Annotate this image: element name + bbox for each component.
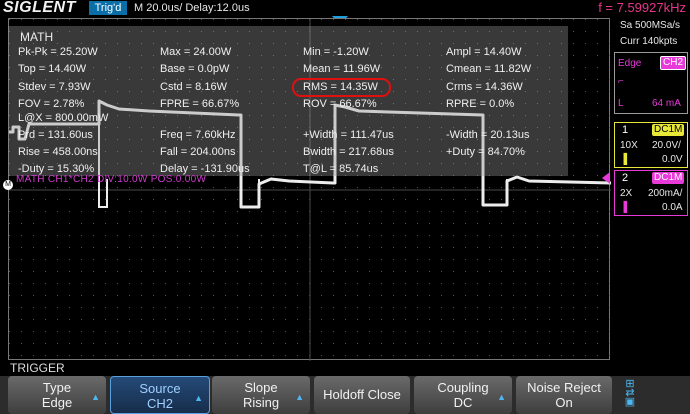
chevron-up-icon: ▲ — [295, 392, 304, 402]
trigger-slope-icon: ⌐ — [618, 76, 624, 87]
brand-logo: SIGLENT — [3, 0, 76, 16]
ch1-number: 1 — [622, 124, 629, 136]
ch2-coupling: DC1M — [652, 172, 685, 184]
chevron-up-icon: ▲ — [194, 393, 203, 403]
menu-title: TRIGGER — [0, 361, 690, 376]
measurement-value: FOV = 2.78% — [18, 98, 85, 110]
trigger-level-arrow-icon[interactable] — [602, 172, 610, 184]
ch2-bw-icon: ▐ — [620, 202, 628, 213]
ch1-probe: 10X — [620, 140, 638, 151]
measurement-value: Bwidth = 217.68us — [303, 146, 394, 158]
right-info-panel: Sa 500MSa/s Curr 140kpts Edge CH2 ⌐ L 64… — [612, 16, 690, 360]
ch2-probe: 2X — [620, 188, 633, 199]
measurement-value: Mean = 11.96W — [303, 63, 381, 75]
trigger-status-badge: Trig'd — [89, 1, 127, 15]
ch1-scale: 20.0V/ — [652, 140, 681, 151]
measurement-value: Fall = 204.00ns — [160, 146, 236, 158]
math-channel-label: MATH CH1*CH2 DIV:10.0W POS:0.00W — [16, 174, 207, 185]
ch2-number: 2 — [622, 172, 629, 184]
measurement-value: +Duty = 84.70% — [446, 146, 525, 158]
measurement-value: Rise = 458.00ns — [18, 146, 98, 158]
slope-softkey[interactable]: Slope Rising ▲ — [212, 376, 310, 414]
holdoff-softkey[interactable]: Holdoff Close — [314, 376, 410, 414]
trigger-level: 64 mA — [652, 98, 681, 109]
softkey-menu: Type Edge ▲ Source CH2 ▲ Slope Rising ▲ … — [0, 376, 690, 414]
measurement-value: L@X = 800.00mW — [18, 112, 109, 124]
measurement-value: Prd = 131.60us — [18, 129, 93, 141]
chevron-up-icon: ▲ — [91, 392, 100, 402]
source-softkey[interactable]: Source CH2 ▲ — [110, 376, 210, 414]
measurement-panel-title: MATH — [20, 30, 54, 44]
softkey-label: Noise Reject — [527, 380, 601, 395]
measurement-value: Base = 0.0pW — [160, 63, 230, 75]
softkey-label: Holdoff Close — [323, 387, 401, 402]
measurement-value: Ampl = 14.40W — [446, 46, 522, 58]
measurement-value: Crms = 14.36W — [446, 81, 523, 93]
noise-reject-softkey[interactable]: Noise Reject On — [516, 376, 612, 414]
ch2-offset: 0.0A — [662, 202, 683, 213]
ch1-bw-icon: ▐ — [620, 154, 628, 165]
timebase-readout[interactable]: M 20.0us/ Delay:12.0us — [134, 1, 250, 15]
sample-rate: Sa 500MSa/s — [620, 20, 681, 31]
trigger-type: Edge — [618, 58, 642, 69]
ch2-scale: 200mA/ — [648, 188, 683, 199]
softkey-value: On — [555, 395, 573, 410]
measurement-value: ROV = 66.67% — [303, 98, 377, 110]
trigger-level-label: L — [618, 98, 624, 109]
measurement-value: Min = -1.20W — [303, 46, 369, 58]
type-softkey[interactable]: Type Edge ▲ — [8, 376, 106, 414]
measurement-value: -Width = 20.13us — [446, 129, 530, 141]
memory-depth: Curr 140kpts — [620, 36, 678, 47]
measurement-value: T@L = 85.74us — [303, 163, 379, 175]
measurement-value: FPRE = 66.67% — [160, 98, 240, 110]
frequency-counter: f = 7.59927kHz — [598, 0, 686, 15]
measurement-value: Max = 24.00W — [160, 46, 232, 58]
measurement-value: Pk-Pk = 25.20W — [18, 46, 98, 58]
measurement-value: Cstd = 8.16W — [160, 81, 227, 93]
system-status-icon[interactable]: ⊞ ⇄ ▣ — [620, 379, 640, 410]
ch1-coupling: DC1M — [652, 124, 685, 136]
measurement-value: Stdev = 7.93W — [18, 81, 91, 93]
trigger-source-badge: CH2 — [660, 56, 687, 70]
measurement-value: RPRE = 0.0% — [446, 98, 515, 110]
rms-highlight-ring — [292, 78, 391, 97]
measurement-value: Top = 14.40W — [18, 63, 87, 75]
ch1-offset: 0.0V — [662, 154, 683, 165]
status-bar: SIGLENT Trig'd M 20.0us/ Delay:12.0us f … — [0, 0, 690, 16]
measurement-value: Cmean = 11.82W — [446, 63, 532, 75]
chevron-up-icon: ▲ — [497, 392, 506, 402]
coupling-softkey[interactable]: Coupling DC ▲ — [414, 376, 512, 414]
measurement-value: +Width = 111.47us — [303, 129, 394, 141]
measurement-value: Freq = 7.60kHz — [160, 129, 236, 141]
ground-marker-icon[interactable]: M — [3, 180, 13, 190]
